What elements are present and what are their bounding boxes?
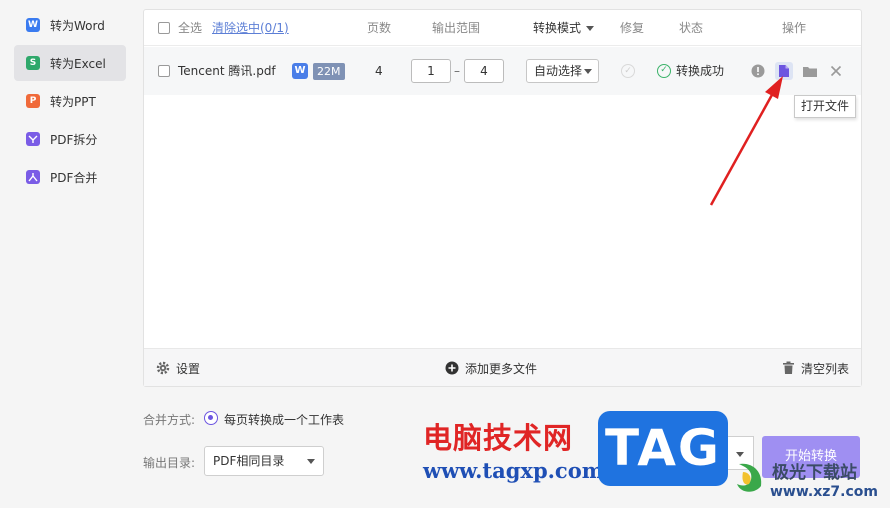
chevron-down-icon <box>586 26 595 31</box>
chevron-down-icon <box>736 452 744 457</box>
excel-icon: S <box>26 56 40 70</box>
select-all-checkbox[interactable] <box>158 22 170 34</box>
gear-icon <box>156 361 170 375</box>
sidebar-item-label: PDF拆分 <box>50 132 98 147</box>
file-name: Tencent 腾讯.pdf <box>178 64 276 78</box>
operations-header: 操作 <box>782 21 807 35</box>
trash-icon <box>783 361 794 374</box>
file-size-badge: 22M <box>313 63 345 80</box>
chevron-down-icon <box>584 69 592 74</box>
settings-button[interactable]: 设置 <box>156 349 200 387</box>
file-list-panel: 全选 清除选中(0/1) 页数 输出范围 转换模式 修复 状态 操作 Tence… <box>143 9 862 387</box>
row-checkbox[interactable] <box>158 65 170 77</box>
select-all-label[interactable]: 全选 <box>178 10 202 46</box>
watermark-jiguang-name: 极光下载站 <box>772 463 857 483</box>
sidebar-item-label: 转为PPT <box>50 94 96 109</box>
success-check-icon: ✓ <box>657 64 671 78</box>
repair-check-icon[interactable]: ✓ <box>621 64 635 78</box>
sidebar-item-to-ppt[interactable]: P 转为PPT <box>14 83 126 119</box>
add-more-label: 添加更多文件 <box>465 361 538 376</box>
sidebar-item-label: PDF合并 <box>50 170 98 185</box>
range-dash: – <box>454 64 460 78</box>
range-header: 输出范围 <box>432 21 481 35</box>
watermark-site-url: www.tagxp.com <box>423 458 604 483</box>
mode-select[interactable]: 自动选择 <box>526 59 599 83</box>
output-dir-label: 输出目录: <box>143 456 196 470</box>
sidebar-item-label: 转为Excel <box>50 56 106 71</box>
merge-icon <box>26 170 40 184</box>
watermark-xz7-url: www.xz7.com <box>770 484 878 500</box>
plus-circle-icon <box>445 361 459 375</box>
folder-icon[interactable] <box>801 62 819 80</box>
output-dir-value: PDF相同目录 <box>213 454 285 468</box>
panel-footer: 设置 添加更多文件 清空列表 <box>144 348 861 386</box>
open-file-icon[interactable] <box>775 62 793 80</box>
range-to-input[interactable]: 4 <box>464 59 504 83</box>
mode-header-label: 转换模式 <box>533 21 582 35</box>
mode-select-value: 自动选择 <box>534 64 583 78</box>
mode-header[interactable]: 转换模式 <box>533 10 595 46</box>
clear-selected-link[interactable]: 清除选中(0/1) <box>212 10 289 46</box>
word-format-icon: W <box>292 63 308 79</box>
chevron-down-icon <box>307 459 315 464</box>
repair-header: 修复 <box>620 21 645 35</box>
range-from-input[interactable]: 1 <box>411 59 451 83</box>
status-text: 转换成功 <box>676 64 725 78</box>
table-header: 全选 清除选中(0/1) 页数 输出范围 转换模式 修复 状态 操作 <box>144 10 861 46</box>
sidebar: W 转为Word S 转为Excel P 转为PPT PDF拆分 PDF合并 <box>0 0 135 508</box>
close-icon[interactable] <box>827 62 845 80</box>
table-row: Tencent 腾讯.pdf W 22M 4 1 – 4 自动选择 ✓ ✓ 转换… <box>144 47 861 95</box>
watermark-tag-logo: TAG <box>598 411 728 486</box>
sidebar-item-to-word[interactable]: W 转为Word <box>14 7 126 43</box>
ppt-icon: P <box>26 94 40 108</box>
clear-list-label: 清空列表 <box>801 361 850 376</box>
merge-option-label[interactable]: 每页转换成一个工作表 <box>224 411 344 428</box>
pages-header: 页数 <box>367 21 392 35</box>
settings-label: 设置 <box>176 361 201 376</box>
split-icon <box>26 132 40 146</box>
sidebar-item-pdf-merge[interactable]: PDF合并 <box>14 159 126 195</box>
merge-option-radio[interactable] <box>204 411 218 425</box>
word-icon: W <box>26 18 40 32</box>
sidebar-item-pdf-split[interactable]: PDF拆分 <box>14 121 126 157</box>
sidebar-item-to-excel[interactable]: S 转为Excel <box>14 45 126 81</box>
output-dir-select[interactable]: PDF相同目录 <box>204 446 324 476</box>
add-more-files-button[interactable]: 添加更多文件 <box>445 349 537 387</box>
clear-list-button[interactable]: 清空列表 <box>782 349 849 387</box>
watermark-site-name: 电脑技术网 <box>423 421 574 455</box>
watermark-jiguang-logo-icon <box>737 463 762 492</box>
merge-mode-label: 合并方式: <box>143 413 196 427</box>
info-icon[interactable] <box>749 62 767 80</box>
page-count: 4 <box>375 64 383 78</box>
sidebar-item-label: 转为Word <box>50 18 105 33</box>
open-file-tooltip: 打开文件 <box>794 95 856 118</box>
status-header: 状态 <box>679 21 704 35</box>
